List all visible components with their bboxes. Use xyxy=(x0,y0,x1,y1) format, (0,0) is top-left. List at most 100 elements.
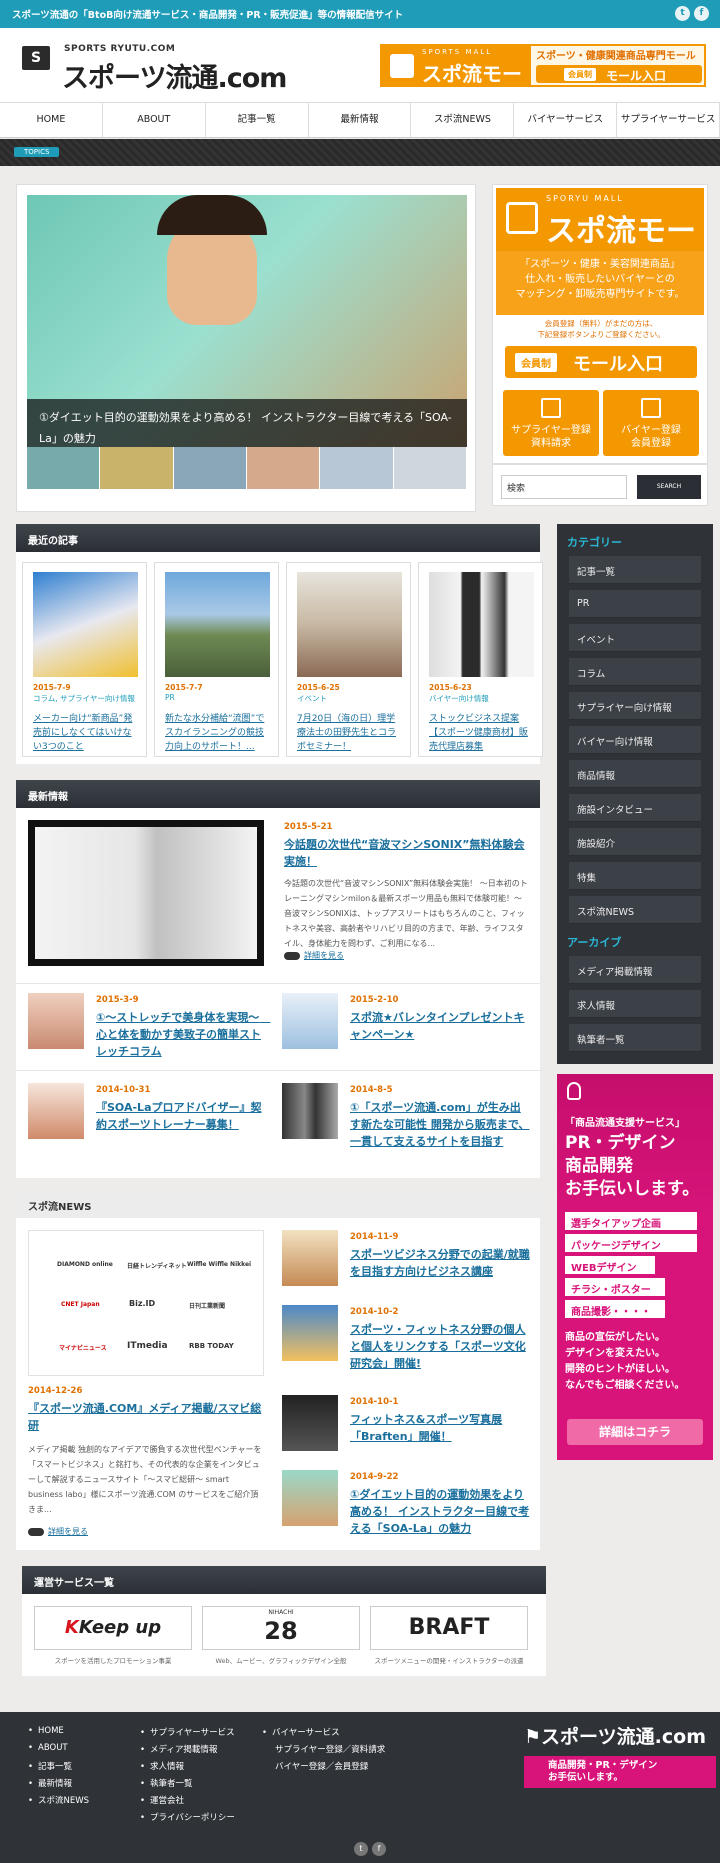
footer-link[interactable]: バイヤーサービス xyxy=(262,1726,340,1738)
footer-link[interactable]: HOME xyxy=(28,1726,64,1736)
spo-news-more-link[interactable]: 詳細を見る xyxy=(28,1526,88,1537)
footer-link[interactable]: バイヤー登録／会員登録 xyxy=(270,1760,368,1772)
pr-design-banner[interactable]: 「商品流通支援サービス」 PR・デザイン 商品開発 お手伝いします。 選手タイアップ… xyxy=(557,1074,713,1460)
footer-link[interactable]: サプライヤー登録／資料請求 xyxy=(270,1743,385,1755)
footer-link[interactable]: 求人情報 xyxy=(140,1760,184,1772)
hero-caption[interactable]: ①ダイエット目的の運動効果をより高める！ インストラクター目線で考える「SOA-… xyxy=(27,399,467,447)
spo-news-thumb[interactable] xyxy=(282,1395,338,1451)
pr-banner-heading: 「商品流通支援サービス」 xyxy=(565,1118,685,1129)
category-item[interactable]: 特集 xyxy=(569,862,701,890)
article-category[interactable]: PR xyxy=(165,693,175,702)
hero-thumbnails[interactable] xyxy=(27,447,467,489)
facebook-icon[interactable]: f xyxy=(694,6,709,21)
article-title[interactable]: 新たな水分補給“流圏”でスカイランニングの競技力向上のサポート！... xyxy=(165,712,271,754)
article-card[interactable]: 2015-7-7 PR 新たな水分補給“流圏”でスカイランニングの競技力向上のサ… xyxy=(154,562,279,757)
search-input[interactable]: 検索 xyxy=(501,475,627,499)
footer-pr-banner[interactable]: 商品開発・PR・デザイン お手伝いします。 xyxy=(524,1756,716,1788)
article-category[interactable]: イベント xyxy=(297,693,327,704)
category-item[interactable]: バイヤー向け情報 xyxy=(569,726,701,754)
twitter-icon[interactable]: t xyxy=(675,6,690,21)
pr-service-item: チラシ・ポスター xyxy=(565,1278,665,1296)
nav-supplier-service[interactable]: サプライヤーサービス xyxy=(617,103,720,137)
facebook-icon[interactable]: f xyxy=(372,1842,386,1856)
news-title[interactable]: スポ流★バレンタインプレゼントキャンペーン★ xyxy=(350,1009,530,1043)
spo-news-main-title[interactable]: 『スポーツ流通.COM』メディア掲載/スマビ総研 xyxy=(28,1400,264,1434)
category-item[interactable]: コラム xyxy=(569,658,701,686)
article-card[interactable]: 2015-7-9 コラム, サプライヤー向け情報 メーカー向け“新商品”発売前に… xyxy=(22,562,147,757)
category-item[interactable]: PR xyxy=(569,590,701,618)
footer-link[interactable]: 記事一覧 xyxy=(28,1760,72,1772)
archive-item[interactable]: メディア掲載情報 xyxy=(569,956,701,984)
news-main-more-link[interactable]: 詳細を見る xyxy=(284,950,344,961)
archive-item[interactable]: 執筆者一覧 xyxy=(569,1024,701,1052)
archive-item[interactable]: 求人情報 xyxy=(569,990,701,1018)
article-title[interactable]: メーカー向け“新商品”発売前にしなくてはいけない3つのこと xyxy=(33,712,139,754)
category-item[interactable]: 施設紹介 xyxy=(569,828,701,856)
news-main-title[interactable]: 今話題の次世代“音波マシンSONIX”無料体験会実施！ xyxy=(284,836,530,870)
nav-about[interactable]: ABOUT xyxy=(103,103,206,137)
footer-link[interactable]: スポ流NEWS xyxy=(28,1794,89,1806)
category-item[interactable]: イベント xyxy=(569,624,701,652)
article-image[interactable] xyxy=(297,572,402,677)
supplier-register-button[interactable]: サプライヤー登録 資料請求 xyxy=(503,390,599,456)
category-item[interactable]: サプライヤー向け情報 xyxy=(569,692,701,720)
footer-logo[interactable]: ⚑スポーツ流通.com xyxy=(524,1722,706,1749)
service-keepup-logo[interactable]: KKeep up xyxy=(34,1606,192,1650)
category-item[interactable]: 施設インタビュー xyxy=(569,794,701,822)
footer-link[interactable]: プライバシーポリシー xyxy=(140,1811,235,1823)
mall-enter-button[interactable]: 会員制 モール入口 xyxy=(536,65,702,83)
footer-link[interactable]: 最新情報 xyxy=(28,1777,72,1789)
article-category[interactable]: コラム, サプライヤー向け情報 xyxy=(33,693,135,704)
mall-side-logo[interactable]: SPORYU MALL スポ流モール xyxy=(496,188,704,293)
service-braft-logo[interactable]: BRAFT xyxy=(370,1606,528,1650)
news-main-image[interactable] xyxy=(28,820,264,966)
news-main-body: 今話題の次世代“音波マシンSONIX”無料体験会実施！ 〜日本初のトレーニングマ… xyxy=(284,879,528,948)
spo-news-thumb[interactable] xyxy=(282,1230,338,1286)
buyer-register-button[interactable]: バイヤー登録 会員登録 xyxy=(603,390,699,456)
news-thumb[interactable] xyxy=(28,1083,84,1139)
nav-home[interactable]: HOME xyxy=(0,103,103,137)
pr-details-button[interactable]: 詳細はコチラ xyxy=(567,1419,703,1445)
hero-slider[interactable]: ①ダイエット目的の運動効果をより高める！ インストラクター目線で考える「SOA-… xyxy=(16,184,476,512)
news-thumb[interactable] xyxy=(28,993,84,1049)
footer-link[interactable]: 執筆者一覧 xyxy=(140,1777,193,1789)
news-title[interactable]: ①〜ストレッチで美身体を実現〜 心と体を動かす美致子の簡単ストレッチコラム xyxy=(96,1009,270,1060)
news-title[interactable]: ①「スポーツ流通.com」が生み出す新たな可能性 開発から販売まで、一貫して支え… xyxy=(350,1099,530,1150)
article-card[interactable]: 2015-6-25 イベント 7月20日（海の日）理学療法士の田野先生とコラボセ… xyxy=(286,562,411,757)
footer-link[interactable]: ABOUT xyxy=(28,1743,68,1753)
article-image[interactable] xyxy=(165,572,270,677)
nav-articles[interactable]: 記事一覧 xyxy=(206,103,309,137)
category-item[interactable]: 商品情報 xyxy=(569,760,701,788)
site-logo[interactable]: スポーツ流通.com xyxy=(62,56,287,95)
article-image[interactable] xyxy=(429,572,534,677)
nav-buyer-service[interactable]: バイヤーサービス xyxy=(514,103,618,137)
news-title[interactable]: 『SOA-Laプロアドバイザー』契約スポーツトレーナー募集！ xyxy=(96,1099,266,1133)
logo-flag-icon[interactable]: S xyxy=(22,46,50,70)
mall-side-enter-button[interactable]: 会員制 モール入口 xyxy=(505,346,697,378)
spo-news-title[interactable]: スポーツ・フィットネス分野の個人と個人をリンクする「スポーツ文化研究会」開催! xyxy=(350,1321,532,1372)
category-item[interactable]: スポ流NEWS xyxy=(569,896,701,924)
service-28-logo[interactable]: NIHACHI 28 xyxy=(202,1606,360,1650)
news-thumb[interactable] xyxy=(282,1083,338,1139)
media-logos[interactable]: DIAMOND online 日経トレンディネット Wiffle Wiffle … xyxy=(28,1230,264,1376)
footer-link[interactable]: サプライヤーサービス xyxy=(140,1726,235,1738)
spo-news-thumb[interactable] xyxy=(282,1305,338,1361)
nav-spo-news[interactable]: スポ流NEWS xyxy=(411,103,515,137)
nav-latest[interactable]: 最新情報 xyxy=(309,103,412,137)
twitter-icon[interactable]: t xyxy=(354,1842,368,1856)
spo-news-title[interactable]: スポーツビジネス分野での起業/就職を目指す方向けビジネス講座 xyxy=(350,1246,532,1280)
spo-news-title[interactable]: フィットネス&スポーツ写真展「Braften」開催！ xyxy=(350,1411,532,1445)
article-title[interactable]: 7月20日（海の日）理学療法士の田野先生とコラボセミナー！ xyxy=(297,712,403,754)
spo-news-title[interactable]: ①ダイエット目的の運動効果をより高める！ インストラクター目線で考える「SOA-… xyxy=(350,1486,532,1537)
footer-link[interactable]: メディア掲載情報 xyxy=(140,1743,217,1755)
article-category[interactable]: バイヤー向け情報 xyxy=(429,693,489,704)
article-image[interactable] xyxy=(33,572,138,677)
spo-news-thumb[interactable] xyxy=(282,1470,338,1526)
mall-header-banner[interactable]: SPORTS MALL スポ流モール スポーツ・健康関連商品専門モール 会員制 … xyxy=(380,44,706,115)
search-button[interactable]: SEARCH xyxy=(637,475,701,499)
news-thumb[interactable] xyxy=(282,993,338,1049)
footer-link[interactable]: 運営会社 xyxy=(140,1794,184,1806)
category-item[interactable]: 記事一覧 xyxy=(569,556,701,584)
article-card[interactable]: 2015-6-23 バイヤー向け情報 ストックビジネス提案 【スポーツ健康商材】… xyxy=(418,562,543,757)
article-title[interactable]: ストックビジネス提案 【スポーツ健康商材】販売代理店募集 xyxy=(429,712,535,754)
